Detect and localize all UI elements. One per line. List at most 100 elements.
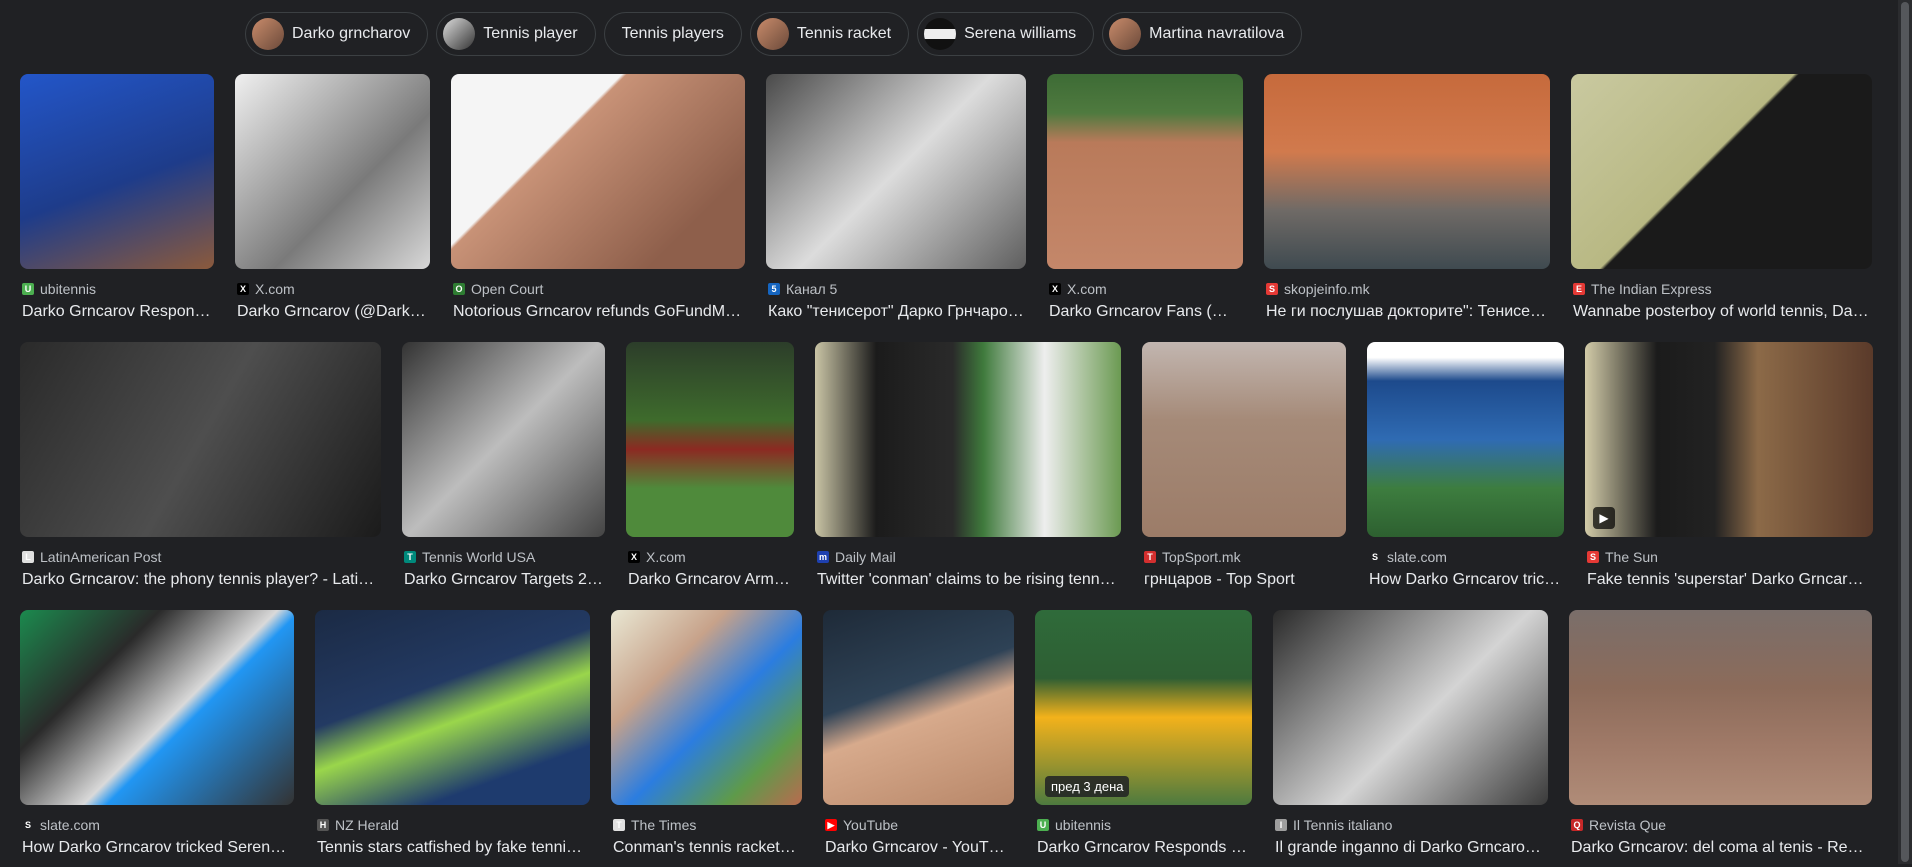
image-result-card[interactable]: E The Indian Express Wannabe posterboy of … (1571, 74, 1872, 331)
result-source[interactable]: S The Sun (1587, 549, 1875, 565)
result-title[interactable]: Darko Grncarov: the phony tennis player?… (22, 571, 379, 589)
image-result-card[interactable]: Sskopjeinfo.mk Не ги послушав докторите":… (1264, 74, 1550, 331)
chip-tennis-racket[interactable]: Tennis racket (749, 12, 910, 56)
result-source[interactable]: X X.com (628, 549, 796, 565)
image-result-card[interactable]: L LatinAmerican Post Darko Grncarov: the p… (20, 342, 381, 599)
result-title[interactable]: Il grande inganno di Darko Grncarov… (1275, 839, 1546, 857)
result-thumbnail[interactable] (451, 74, 745, 269)
result-thumbnail[interactable] (315, 610, 590, 805)
result-source[interactable]: ▶ YouTube (825, 817, 1016, 833)
scrollbar-thumb[interactable] (1901, 2, 1909, 862)
result-title[interactable]: Darko Grncarov Fans (… (1049, 303, 1241, 321)
result-title[interactable]: грнцаров - Top Sport (1144, 571, 1344, 589)
result-title[interactable]: How Darko Grncarov tricked Serena… (22, 839, 292, 857)
image-result-card[interactable]: T TopSport.mk грнцаров - Top Sport (1142, 342, 1346, 599)
result-source[interactable]: m Daily Mail (817, 549, 1123, 565)
result-thumbnail[interactable] (1047, 74, 1243, 269)
image-result-card[interactable]: m Daily Mail Twitter 'conman' claims to be… (815, 342, 1121, 599)
image-result-card[interactable]: пред 3 дена Uubitennis Darko Grncarov Resp… (1035, 610, 1252, 867)
image-result-card[interactable]: Q Revista Que Darko Grncarov: del coma al … (1569, 610, 1872, 867)
result-title[interactable]: Tennis stars catfished by fake tennis… (317, 839, 588, 857)
image-result-card[interactable]: X X.com Darko Grncarov Fans (… (1047, 74, 1243, 331)
image-result-card[interactable]: O Open Court Notorious Grncarov refunds Go… (451, 74, 745, 331)
result-thumbnail[interactable] (20, 342, 381, 537)
result-title[interactable]: Fake tennis 'superstar' Darko Grncaro… (1587, 571, 1871, 589)
chip-label: Tennis racket (796, 25, 892, 42)
result-source[interactable]: 5 Канал 5 (768, 281, 1028, 297)
result-thumbnail[interactable] (766, 74, 1026, 269)
image-result-card[interactable]: I Il Tennis italiano Il grande inganno di … (1273, 610, 1548, 867)
image-result-card[interactable]: ▶ S The Sun Fake tennis 'superstar' Darko G… (1585, 342, 1873, 599)
result-title[interactable]: Wannabe posterboy of world tennis, Da… (1573, 303, 1870, 321)
image-result-card[interactable]: Sslate.com How Darko Grncarov tric… (1367, 342, 1564, 599)
source-name: Open Court (471, 281, 544, 297)
image-result-card[interactable]: X X.com Darko Grncarov (@Dark… (235, 74, 430, 331)
result-source[interactable]: O Open Court (453, 281, 747, 297)
result-source[interactable]: Uubitennis (1037, 817, 1254, 833)
result-thumbnail[interactable] (235, 74, 430, 269)
result-source[interactable]: L LatinAmerican Post (22, 549, 383, 565)
result-thumbnail[interactable] (611, 610, 802, 805)
result-thumbnail[interactable] (1264, 74, 1550, 269)
result-title[interactable]: Како "тенисерот" Дарко Грнчаро… (768, 303, 1024, 321)
image-result-card[interactable]: X X.com Darko Grncarov Arm… (626, 342, 794, 599)
source-name: Revista Que (1589, 817, 1667, 833)
source-name: slate.com (1387, 549, 1447, 565)
result-source[interactable]: X X.com (237, 281, 432, 297)
image-result-card[interactable]: ▶ YouTube Darko Grncarov - YouT… (823, 610, 1014, 867)
chip-martina-navratilova[interactable]: Martina navratilova (1102, 12, 1303, 56)
result-title[interactable]: How Darko Grncarov tric… (1369, 571, 1562, 589)
result-thumbnail[interactable] (815, 342, 1121, 537)
result-title[interactable]: Darko Grncarov Respon… (22, 303, 212, 321)
result-thumbnail[interactable] (402, 342, 605, 537)
image-result-card[interactable]: Sslate.com How Darko Grncarov tricked Ser… (20, 610, 294, 867)
site-favicon-icon: U (1037, 819, 1049, 831)
result-thumbnail[interactable] (626, 342, 794, 537)
result-source[interactable]: I Il Tennis italiano (1275, 817, 1550, 833)
image-result-card[interactable]: H NZ Herald Tennis stars catfished by fake… (315, 610, 590, 867)
result-source[interactable]: Sskopjeinfo.mk (1266, 281, 1552, 297)
image-result-card[interactable]: 5 Канал 5 Како "тенисерот" Дарко Грнчаро… (766, 74, 1026, 331)
result-source[interactable]: X X.com (1049, 281, 1245, 297)
result-source[interactable]: E The Indian Express (1573, 281, 1874, 297)
source-name: X.com (646, 549, 686, 565)
result-thumbnail[interactable]: пред 3 дена (1035, 610, 1252, 805)
result-title[interactable]: Notorious Grncarov refunds GoFundM… (453, 303, 743, 321)
image-result-card[interactable]: T The Times Conman's tennis racket… (611, 610, 802, 867)
result-title[interactable]: Darko Grncarov: del coma al tenis - Rev… (1571, 839, 1870, 857)
result-thumbnail[interactable] (823, 610, 1014, 805)
chip-tennis-player[interactable]: Tennis player (436, 12, 596, 56)
result-thumbnail[interactable] (20, 74, 214, 269)
result-thumbnail[interactable] (1367, 342, 1564, 537)
chip-label: Darko grncharov (292, 25, 411, 42)
result-thumbnail[interactable] (20, 610, 294, 805)
result-title[interactable]: Darko Grncarov Targets 2… (404, 571, 603, 589)
result-thumbnail[interactable] (1142, 342, 1346, 537)
image-result-card[interactable]: T Tennis World USA Darko Grncarov Targets … (402, 342, 605, 599)
result-source[interactable]: T The Times (613, 817, 804, 833)
chip-serena-williams[interactable]: Serena williams (917, 12, 1095, 56)
result-source[interactable]: Sslate.com (1369, 549, 1566, 565)
scrollbar[interactable] (1898, 0, 1912, 864)
result-title[interactable]: Darko Grncarov Responds … (1037, 839, 1250, 857)
result-source[interactable]: Uubitennis (22, 281, 216, 297)
result-title[interactable]: Не ги послушав докторите": Тенисе… (1266, 303, 1548, 321)
result-source[interactable]: T TopSport.mk (1144, 549, 1348, 565)
result-title[interactable]: Darko Grncarov - YouT… (825, 839, 1012, 857)
result-title[interactable]: Conman's tennis racket… (613, 839, 800, 857)
result-thumbnail[interactable] (1571, 74, 1872, 269)
result-source[interactable]: Q Revista Que (1571, 817, 1874, 833)
result-title[interactable]: Twitter 'conman' claims to be rising ten… (817, 571, 1119, 589)
result-thumbnail[interactable] (1273, 610, 1548, 805)
site-favicon-icon: m (817, 551, 829, 563)
result-source[interactable]: T Tennis World USA (404, 549, 607, 565)
result-thumbnail[interactable]: ▶ (1585, 342, 1873, 537)
result-thumbnail[interactable] (1569, 610, 1872, 805)
chip-darko-grncharov[interactable]: Darko grncharov (245, 12, 429, 56)
result-source[interactable]: H NZ Herald (317, 817, 592, 833)
image-result-card[interactable]: Uubitennis Darko Grncarov Respon… (20, 74, 214, 331)
chip-tennis-players[interactable]: Tennis players (603, 12, 742, 56)
result-title[interactable]: Darko Grncarov (@Dark… (237, 303, 428, 321)
result-source[interactable]: Sslate.com (22, 817, 296, 833)
result-title[interactable]: Darko Grncarov Arm… (628, 571, 792, 589)
